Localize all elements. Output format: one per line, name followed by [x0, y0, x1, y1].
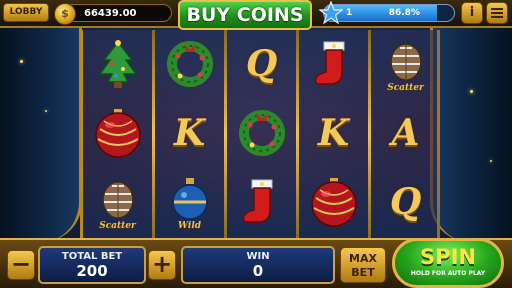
total-bet-label: TOTAL BET	[61, 251, 123, 262]
reel-3: Q	[227, 30, 296, 238]
letter-a-symbol: A	[375, 102, 437, 164]
stocking-symbol	[303, 33, 365, 95]
blue-ornament-symbol: Wild	[159, 171, 221, 233]
stocking-icon	[242, 179, 272, 223]
pinecone-symbol: Scatter	[87, 171, 149, 233]
lobby-button[interactable]: LOBBY	[3, 3, 49, 22]
win-value: 0	[252, 262, 264, 280]
wreath-icon	[166, 41, 213, 87]
reel-separator	[296, 30, 299, 238]
spin-label: SPIN	[420, 245, 476, 269]
red-ornament-symbol	[87, 102, 149, 164]
menu-icon	[491, 8, 503, 18]
letter-k-symbol: K	[159, 102, 221, 164]
sparkle	[45, 110, 47, 112]
total-bet-panel: TOTAL BET 200	[38, 246, 146, 284]
increase-bet-button[interactable]: +	[148, 250, 176, 280]
letter-k-text: K	[173, 112, 206, 154]
info-button[interactable]: i	[461, 2, 483, 24]
letter-q-symbol: Q	[375, 171, 437, 233]
decrease-bet-button[interactable]: −	[7, 250, 35, 280]
win-label: WIN	[246, 251, 270, 262]
spin-button[interactable]: SPIN HOLD FOR AUTO PLAY	[392, 238, 504, 288]
win-panel: WIN 0	[181, 246, 335, 284]
sparkle	[20, 60, 23, 63]
total-bet-value: 200	[76, 262, 108, 280]
menu-button[interactable]	[486, 2, 508, 24]
right-curtain	[430, 20, 512, 242]
level-number: 1	[346, 8, 353, 18]
letter-q-symbol: Q	[231, 33, 293, 95]
level-progress-percent: 86.8%	[388, 8, 420, 18]
reel-separator	[152, 30, 155, 238]
stocking-symbol	[231, 171, 293, 233]
christmas-tree-icon	[98, 40, 137, 88]
reel-4: K	[299, 30, 368, 238]
max-bet-button[interactable]: MAX BET	[340, 247, 386, 283]
letter-a-text: A	[391, 112, 420, 154]
reel-2: K Wild	[155, 30, 224, 238]
letter-k-symbol: K	[303, 102, 365, 164]
reel-1: Scatter	[83, 30, 152, 238]
max-bet-label-line2: BET	[351, 266, 375, 279]
bottom-bar: − TOTAL BET 200 + WIN 0 MAX BET SPIN HOL…	[0, 238, 512, 288]
christmas-tree-symbol	[87, 33, 149, 95]
reel-5: Scatter A Q	[371, 30, 440, 238]
letter-q-text: Q	[245, 43, 278, 85]
max-bet-label-line1: MAX	[349, 252, 377, 265]
info-icon: i	[469, 5, 475, 20]
coin-balance-value: 66439.00	[84, 8, 137, 19]
symbol-caption: Scatter	[387, 83, 424, 93]
symbol-caption: Wild	[177, 221, 202, 231]
sparkle	[470, 90, 473, 93]
symbol-caption: Scatter	[99, 221, 136, 231]
coin-balance: $ 66439.00	[54, 3, 172, 25]
left-curtain	[0, 20, 82, 242]
red-ornament-symbol	[303, 171, 365, 233]
wreath-symbol	[159, 33, 221, 95]
letter-q-text: Q	[389, 181, 422, 223]
reels-area: Scatter K Wild Q K Scatter A Q	[80, 30, 440, 238]
coin-icon: $	[54, 3, 76, 25]
reel-separator	[224, 30, 227, 238]
red-ornament-icon	[94, 109, 141, 158]
stocking-icon	[314, 41, 344, 85]
level-star-icon	[319, 1, 343, 25]
red-ornament-icon	[310, 178, 357, 227]
sparkle	[490, 160, 492, 162]
letter-k-text: K	[317, 112, 350, 154]
reel-separator	[368, 30, 371, 238]
spin-hint: HOLD FOR AUTO PLAY	[410, 270, 486, 277]
wreath-symbol	[231, 102, 293, 164]
wreath-icon	[238, 110, 285, 156]
buy-coins-button[interactable]: BUY COINS	[178, 0, 312, 30]
top-bar: LOBBY $ 66439.00 BUY COINS 1 86.8% i	[0, 0, 512, 30]
pinecone-symbol: Scatter	[375, 33, 437, 95]
